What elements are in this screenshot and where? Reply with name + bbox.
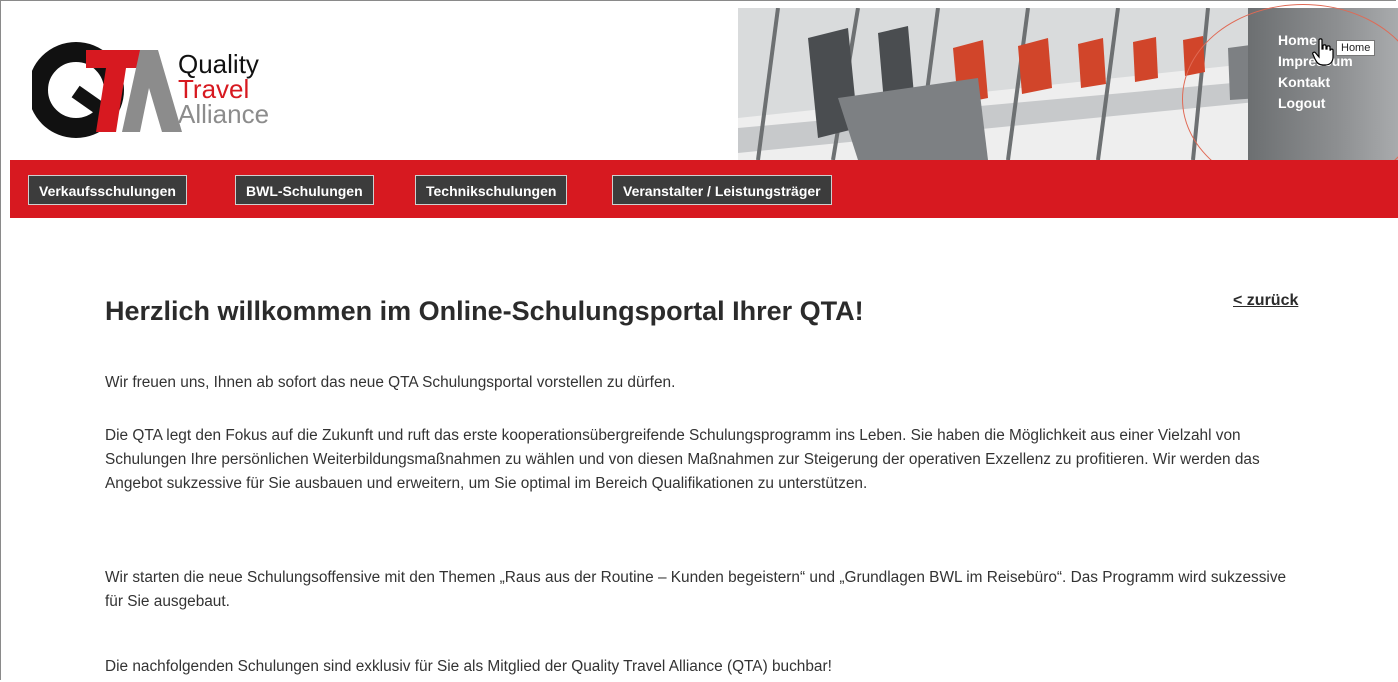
main-navigation-bar: Verkaufsschulungen BWL-Schulungen Techni… [10,160,1398,218]
hand-pointer-icon [1312,38,1334,71]
qta-logo[interactable]: Quality Travel Alliance [28,40,302,140]
qta-logo-mark [28,42,182,138]
back-link[interactable]: < zurück [1233,292,1298,310]
nav-technikschulungen-button[interactable]: Technikschulungen [415,175,568,205]
home-tooltip: Home [1336,40,1376,56]
offensive-paragraph: Wir starten die neue Schulungsoffensive … [105,569,1287,610]
logo-alliance: Alliance [178,99,270,129]
page-title: Herzlich willkommen im Online-Schulungsp… [105,296,864,326]
nav-verkaufsschulungen-button[interactable]: Verkaufsschulungen [28,175,187,205]
logo-wordmark: Quality Travel Alliance [178,51,270,129]
intro-paragraph: Wir freuen uns, Ihnen ab sofort das neue… [105,374,676,391]
exclusive-paragraph: Die nachfolgenden Schulungen sind exklus… [105,658,832,675]
focus-paragraph: Die QTA legt den Fokus auf die Zukunft u… [105,427,1260,492]
nav-veranstalter-button[interactable]: Veranstalter / Leistungsträger [612,175,832,205]
nav-bwl-schulungen-button[interactable]: BWL-Schulungen [235,175,374,205]
